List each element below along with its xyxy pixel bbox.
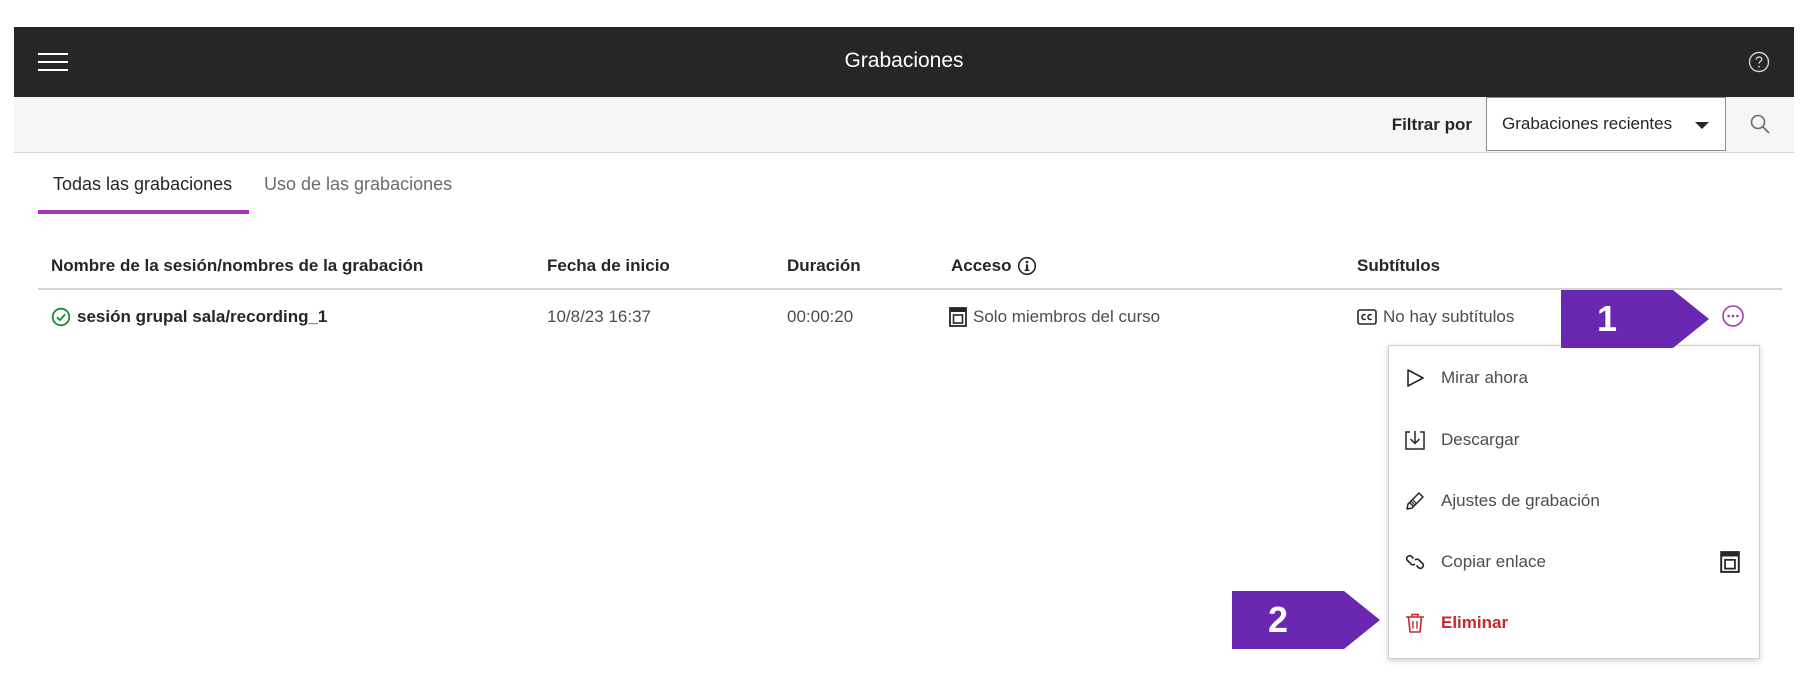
recording-name-cell[interactable]: sesión grupal sala/recording_1 [51, 307, 327, 327]
closed-caption-icon [1357, 309, 1377, 325]
callout-arrow-2: 2 [1232, 591, 1380, 649]
play-icon [1407, 369, 1424, 387]
tab-all-recordings[interactable]: Todas las grabaciones [38, 153, 249, 214]
course-members-icon [949, 307, 967, 327]
subtitles-value: No hay subtítulos [1383, 307, 1515, 326]
course-members-icon [1720, 551, 1740, 573]
access-value: Solo miembros del curso [973, 307, 1161, 326]
trash-icon [1406, 613, 1424, 633]
column-header-start-date: Fecha de inicio [547, 256, 670, 275]
menu-item-delete[interactable]: Eliminar [1389, 597, 1759, 649]
column-header-name: Nombre de la sesión/nombres de la grabac… [51, 256, 424, 275]
column-header-subtitles: Subtítulos [1357, 256, 1441, 275]
start-date-cell: 10/8/23 16:37 [547, 307, 651, 326]
filter-select-value: Grabaciones recientes [1502, 114, 1673, 133]
menu-item-download[interactable]: Descargar [1389, 414, 1759, 466]
help-icon[interactable] [1748, 51, 1770, 73]
download-icon [1405, 431, 1425, 450]
menu-item-label: Copiar enlace [1441, 552, 1546, 571]
menu-item-label: Descargar [1441, 430, 1520, 449]
duration-cell: 00:00:20 [787, 307, 854, 326]
menu-item-recording-settings[interactable]: Ajustes de grabación [1389, 475, 1759, 527]
filter-select[interactable]: Grabaciones recientes [1486, 97, 1726, 151]
table-row: sesión grupal sala/recording_1 10/8/23 1… [38, 293, 1782, 341]
check-circle-icon [51, 307, 71, 327]
info-icon[interactable] [1017, 256, 1037, 276]
recording-options-menu: Mirar ahora Descargar Ajustes de grabaci… [1388, 345, 1760, 659]
menu-item-label: Ajustes de grabación [1441, 491, 1600, 510]
recording-name: sesión grupal sala/recording_1 [77, 307, 328, 326]
recordings-app: Grabaciones Filtrar por Grabaciones reci… [14, 27, 1794, 667]
column-header-access: Acceso [951, 256, 1037, 276]
tab-label: Uso de las grabaciones [264, 174, 453, 194]
subtitles-cell: No hay subtítulos [1357, 307, 1514, 327]
filter-bar: Filtrar por Grabaciones recientes [14, 97, 1794, 153]
search-icon[interactable] [1748, 112, 1772, 136]
link-icon [1405, 554, 1425, 570]
more-options-icon[interactable] [1721, 304, 1745, 328]
column-header-duration: Duración [787, 256, 861, 275]
menu-item-watch-now[interactable]: Mirar ahora [1389, 352, 1759, 404]
menu-item-label: Mirar ahora [1441, 368, 1528, 387]
pencil-icon [1406, 492, 1424, 510]
filter-label: Filtrar por [1391, 115, 1472, 134]
top-header: Grabaciones [14, 27, 1794, 97]
tab-recordings-usage[interactable]: Uso de las grabaciones [264, 153, 454, 210]
column-header-access-label: Acceso [951, 256, 1012, 275]
caret-down-icon [1695, 122, 1709, 129]
access-cell: Solo miembros del curso [949, 307, 1160, 327]
menu-item-label: Eliminar [1441, 613, 1509, 632]
table-header: Nombre de la sesión/nombres de la grabac… [38, 243, 1782, 290]
menu-item-copy-link[interactable]: Copiar enlace [1389, 536, 1759, 588]
page-title: Grabaciones [844, 49, 964, 72]
tab-label: Todas las grabaciones [53, 174, 233, 194]
callout-arrow-1: 1 [1561, 290, 1709, 348]
